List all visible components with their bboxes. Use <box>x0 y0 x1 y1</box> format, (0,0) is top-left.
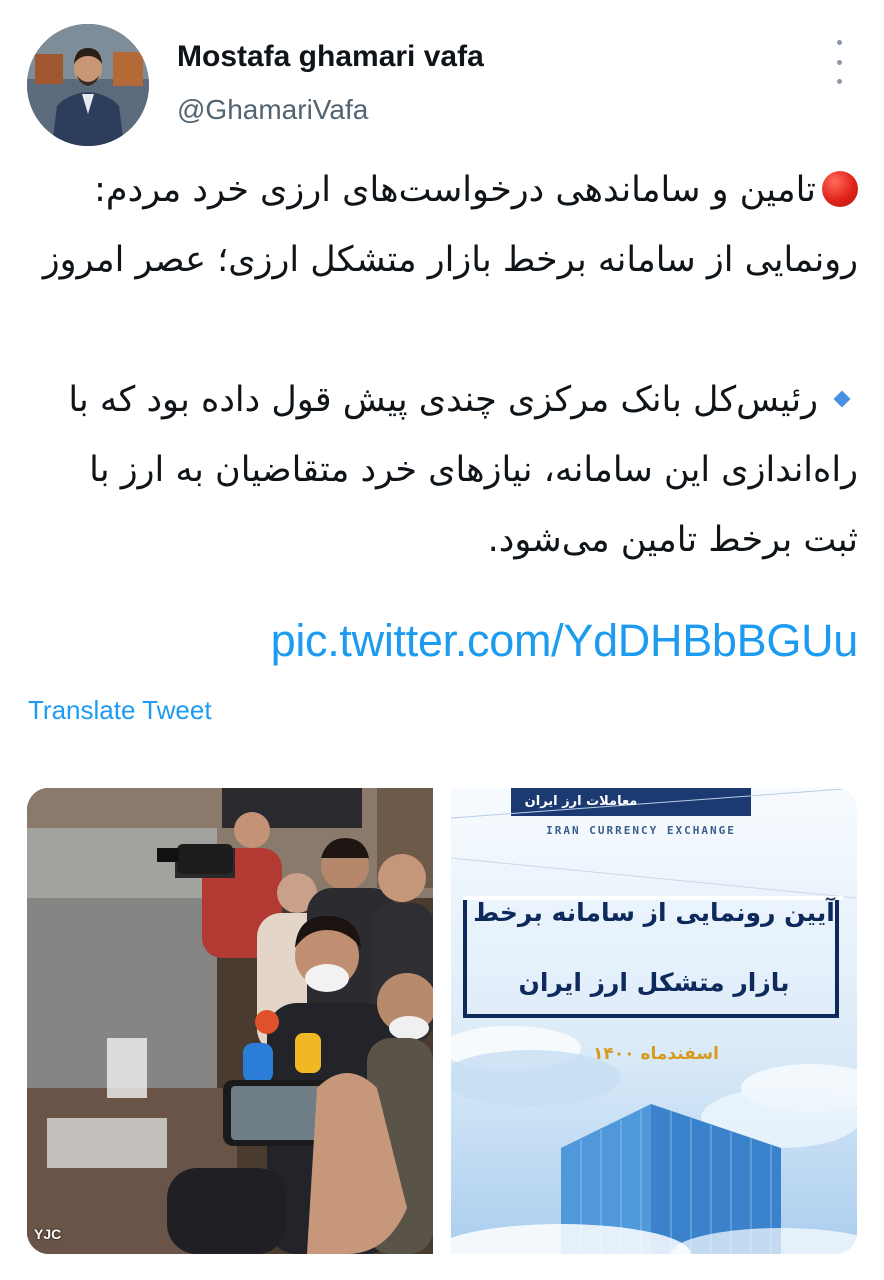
poster-title-line-2: بازار متشکل ارز ایران <box>518 968 790 997</box>
tweet-paragraph-1-text: تامین و ساماندهی درخواست‌های ارزی خرد مر… <box>42 170 858 280</box>
red-circle-emoji-icon <box>822 171 858 207</box>
poster-org-name-fa: معاملات ارز ایران <box>524 794 638 809</box>
more-vertical-icon[interactable] <box>826 40 852 84</box>
author-display-name[interactable]: Mostafa ghamari vafa <box>177 40 484 74</box>
watermark-logo: YJC <box>34 1226 62 1242</box>
poster-title-line-1: آیین رونمایی از سامانه برخط <box>473 898 835 927</box>
tweet-text: تامین و ساماندهی درخواست‌های ارزی خرد مر… <box>30 155 858 575</box>
poster-background <box>451 788 857 1254</box>
press-photo-illustration <box>27 788 433 1254</box>
media-poster[interactable]: معاملات ارز ایران IRAN CURRENCY EXCHANGE… <box>451 788 857 1254</box>
avatar-photo <box>27 24 149 146</box>
blue-diamond-emoji-icon <box>833 390 851 408</box>
tweet-paragraph-1: تامین و ساماندهی درخواست‌های ارزی خرد مر… <box>30 155 858 295</box>
tweet-page: Mostafa ghamari vafa @GhamariVafa تامین … <box>0 0 884 1280</box>
poster-org-name-en: IRAN CURRENCY EXCHANGE <box>546 824 736 837</box>
poster-date: اسفندماه ۱۴۰۰ <box>593 1044 719 1064</box>
author-avatar[interactable] <box>27 24 149 146</box>
tweet-paragraph-2-text: رئیس‌کل بانک مرکزی چندی پیش قول داده بود… <box>68 380 858 560</box>
poster-title: آیین رونمایی از سامانه برخط بازار متشکل … <box>451 878 857 1018</box>
tweet-pic-link[interactable]: pic.twitter.com/YdDHBbBGUu <box>30 615 859 667</box>
tweet-paragraph-2: رئیس‌کل بانک مرکزی چندی پیش قول داده بود… <box>30 365 858 575</box>
author-handle[interactable]: @GhamariVafa <box>177 94 368 126</box>
media-photo-press[interactable] <box>27 788 433 1254</box>
translate-tweet-link[interactable]: Translate Tweet <box>28 695 212 726</box>
